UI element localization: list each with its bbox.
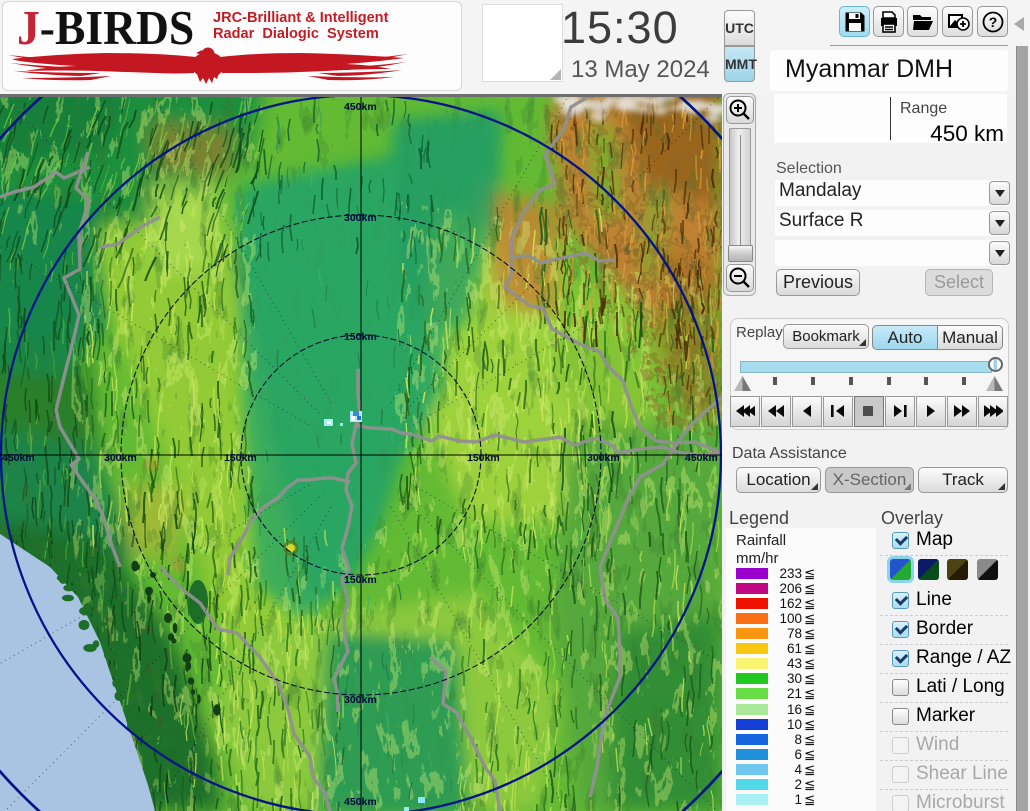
svg-text:150km: 150km: [467, 452, 500, 464]
svg-text:150km: 150km: [224, 452, 257, 464]
svg-text:300km: 300km: [344, 694, 377, 706]
svg-text:?: ?: [989, 14, 998, 30]
svg-text:300km: 300km: [104, 452, 137, 464]
svg-text:450km: 450km: [344, 796, 377, 808]
svg-text:150km: 150km: [344, 331, 377, 343]
svg-text:450km: 450km: [344, 101, 377, 113]
svg-text:300km: 300km: [587, 452, 620, 464]
svg-text:150km: 150km: [344, 574, 377, 586]
svg-text:450km: 450km: [2, 452, 35, 464]
svg-text:300km: 300km: [344, 212, 377, 224]
svg-text:450km: 450km: [685, 452, 718, 464]
